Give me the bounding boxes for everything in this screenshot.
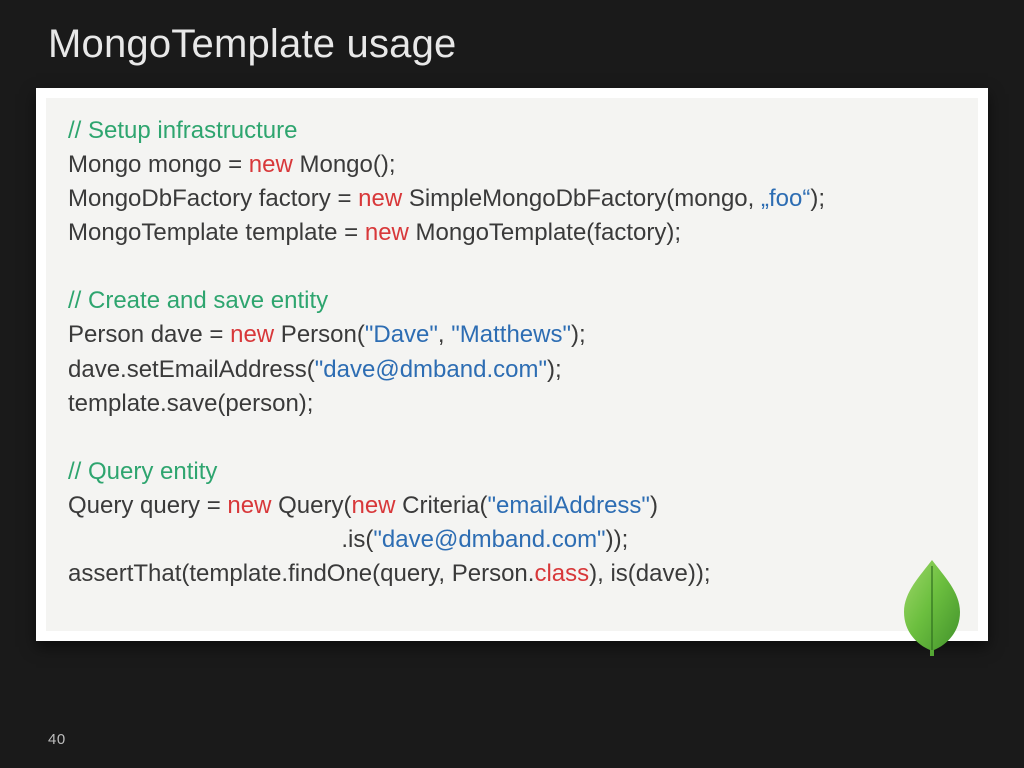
code-text: SimpleMongoDbFactory(mongo, xyxy=(402,185,761,212)
code-text: )); xyxy=(606,526,629,553)
code-text: .is( xyxy=(68,526,373,553)
code-text: ); xyxy=(571,321,586,348)
code-keyword: new xyxy=(230,321,274,348)
slide: MongoTemplate usage // Setup infrastruct… xyxy=(0,0,1024,768)
code-string: „foo“ xyxy=(761,185,810,212)
code-string: "Matthews" xyxy=(451,321,571,348)
code-text: MongoTemplate template = xyxy=(68,219,365,246)
code-comment: // Setup infrastructure xyxy=(68,117,297,144)
code-keyword: new xyxy=(351,492,395,519)
code-text: ), is(dave)); xyxy=(589,560,710,587)
slide-title: MongoTemplate usage xyxy=(0,0,1024,67)
code-text: Criteria( xyxy=(396,492,488,519)
code-keyword: new xyxy=(365,219,409,246)
code-text: Query query = xyxy=(68,492,227,519)
code-text: , xyxy=(438,321,451,348)
code-text: assertThat(template.findOne(query, Perso… xyxy=(68,560,534,587)
code-text: Query( xyxy=(271,492,351,519)
code-string: "Dave" xyxy=(365,321,438,348)
code-text: ) xyxy=(650,492,658,519)
code-text: MongoDbFactory factory = xyxy=(68,185,358,212)
code-string: "emailAddress" xyxy=(488,492,650,519)
code-keyword: new xyxy=(249,151,293,178)
code-keyword: new xyxy=(227,492,271,519)
code-panel: // Setup infrastructure Mongo mongo = ne… xyxy=(36,88,988,641)
code-comment: // Create and save entity xyxy=(68,287,328,314)
code-comment: // Query entity xyxy=(68,458,217,485)
code-text: Person( xyxy=(274,321,365,348)
page-number: 40 xyxy=(48,731,66,748)
code-block: // Setup infrastructure Mongo mongo = ne… xyxy=(68,114,956,591)
mongodb-leaf-icon xyxy=(900,558,964,658)
code-string: "dave@dmband.com" xyxy=(315,356,547,383)
code-keyword: new xyxy=(358,185,402,212)
code-text: dave.setEmailAddress( xyxy=(68,356,315,383)
code-text: Mongo(); xyxy=(293,151,396,178)
code-text: Mongo mongo = xyxy=(68,151,249,178)
code-text: template.save(person); xyxy=(68,390,313,417)
code-keyword: class xyxy=(534,560,589,587)
code-text: Person dave = xyxy=(68,321,230,348)
code-text: ); xyxy=(547,356,562,383)
code-text: MongoTemplate(factory); xyxy=(409,219,681,246)
code-text: ); xyxy=(810,185,825,212)
code-string: "dave@dmband.com" xyxy=(373,526,605,553)
